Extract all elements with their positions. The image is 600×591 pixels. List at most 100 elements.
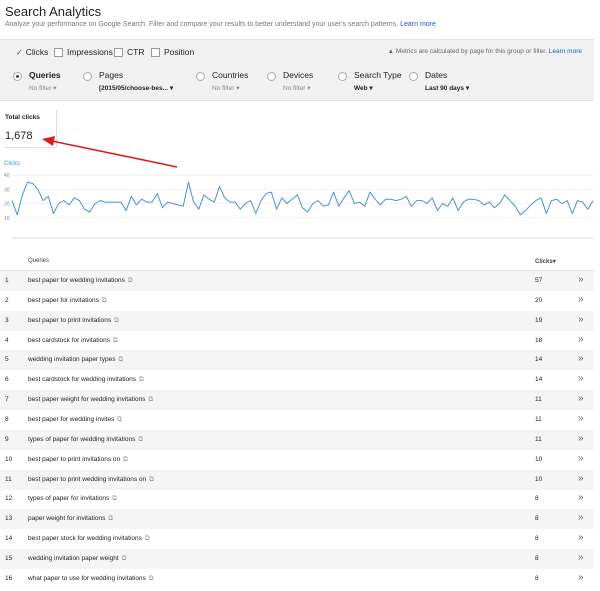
double-chevron-right-icon[interactable]: » xyxy=(578,314,584,325)
query-text[interactable]: what paper to use for wedding invitation… xyxy=(28,575,153,583)
double-chevron-right-icon[interactable]: » xyxy=(578,552,584,563)
ctr-checkbox[interactable]: CTR xyxy=(114,47,144,57)
filter-value[interactable]: [2015/05/choose-bes... ▾ xyxy=(99,84,173,92)
filter-name: Dates xyxy=(425,70,448,80)
double-chevron-right-icon[interactable]: » xyxy=(578,373,584,384)
external-link-icon[interactable]: ⧉ xyxy=(128,277,133,284)
query-label: what paper to use for wedding invitation… xyxy=(28,574,146,582)
table-row[interactable]: 15 wedding invitation paper weight ⧉ 8 » xyxy=(0,548,594,569)
double-chevron-right-icon[interactable]: » xyxy=(578,492,584,503)
table-row[interactable]: 6 best cardstock for wedding invitations ⧉… xyxy=(0,370,594,390)
impressions-label: Impressions xyxy=(67,47,113,57)
query-text[interactable]: wedding invitation paper weight ⧉ xyxy=(28,555,126,563)
external-link-icon[interactable]: ⧉ xyxy=(122,555,127,562)
learn-more-link[interactable]: Learn more xyxy=(400,21,436,28)
query-text[interactable]: paper weight for invitations ⧉ xyxy=(28,515,113,523)
table-row[interactable]: 16 what paper to use for wedding invitati… xyxy=(0,569,594,589)
clicks-value: 8 xyxy=(535,515,539,523)
double-chevron-right-icon[interactable]: » xyxy=(578,353,584,364)
double-chevron-right-icon[interactable]: » xyxy=(578,433,584,444)
query-text[interactable]: best paper for wedding invitations ⧉ xyxy=(28,277,133,285)
clicks-checkbox[interactable]: ✓ Clicks xyxy=(16,47,48,57)
table-row[interactable]: 12 types of paper for invitations ⧉ 8 » xyxy=(0,489,594,509)
position-checkbox[interactable]: Position xyxy=(151,47,194,57)
total-clicks-value: 1,678 xyxy=(5,130,33,142)
y-tick-label: 20 xyxy=(4,202,10,208)
filter-name: Devices xyxy=(283,70,314,80)
double-chevron-right-icon[interactable]: » xyxy=(578,334,584,345)
table-row[interactable]: 13 paper weight for invitations ⧉ 8 » xyxy=(0,509,594,530)
external-link-icon[interactable]: ⧉ xyxy=(149,476,154,483)
query-text[interactable]: best paper to print wedding invitations … xyxy=(28,476,154,484)
query-text[interactable]: best cardstock for invitations ⧉ xyxy=(28,337,118,345)
external-link-icon[interactable]: ⧉ xyxy=(108,515,113,522)
table-row[interactable]: 8 best paper for wedding invites ⧉ 11 » xyxy=(0,410,594,430)
double-chevron-right-icon[interactable]: » xyxy=(578,294,584,305)
query-label: types of paper for invitations xyxy=(28,495,110,503)
query-text[interactable]: best paper for invitations ⧉ xyxy=(28,297,106,305)
table-row[interactable]: 4 best cardstock for invitations ⧉ 18 » xyxy=(0,331,594,351)
double-chevron-right-icon[interactable]: » xyxy=(578,393,584,404)
checkbox-icon xyxy=(54,47,63,57)
table-row[interactable]: 3 best paper to print invitations ⧉ 19 » xyxy=(0,310,594,331)
clicks-column-header[interactable]: Clicks▾ xyxy=(535,258,556,265)
filter-value[interactable]: Web ▾ xyxy=(354,84,373,92)
filter-value[interactable]: No filter ▾ xyxy=(283,84,310,92)
clicks-series-line[interactable] xyxy=(11,181,594,216)
metrics-learn-more-link[interactable]: Learn more xyxy=(549,48,582,55)
external-link-icon[interactable]: ⧉ xyxy=(102,297,107,304)
external-link-icon[interactable]: ⧉ xyxy=(113,337,118,344)
external-link-icon[interactable]: ⧉ xyxy=(117,416,122,423)
table-row[interactable]: 5 wedding invitation paper types ⧉ 14 » xyxy=(0,350,594,371)
double-chevron-right-icon[interactable]: » xyxy=(578,274,584,285)
row-number: 13 xyxy=(5,515,13,523)
table-row[interactable]: 7 best paper weight for wedding invitatio… xyxy=(0,390,594,411)
double-chevron-right-icon[interactable]: » xyxy=(578,413,584,424)
table-row[interactable]: 10 best paper to print invitations on ⧉ 10 » xyxy=(0,450,594,470)
table-row[interactable]: 14 best paper stock for wedding invitatio… xyxy=(0,529,594,549)
query-text[interactable]: types of paper for wedding invitations ⧉ xyxy=(28,436,143,444)
filter-value[interactable]: No filter ▾ xyxy=(212,84,239,92)
query-text[interactable]: best paper for wedding invites ⧉ xyxy=(28,416,122,424)
warning-icon: ▲ xyxy=(387,48,395,55)
external-link-icon[interactable]: ⧉ xyxy=(139,376,144,383)
double-chevron-right-icon[interactable]: » xyxy=(578,572,584,583)
double-chevron-right-icon[interactable]: » xyxy=(578,532,584,543)
impressions-checkbox[interactable]: Impressions xyxy=(54,47,113,57)
query-text[interactable]: best paper to print invitations on ⧉ xyxy=(28,456,128,464)
query-label: best paper stock for wedding invitations xyxy=(28,535,142,543)
radio-icon xyxy=(338,72,347,81)
table-row[interactable]: 11 best paper to print wedding invitation… xyxy=(0,469,594,490)
clicks-value: 11 xyxy=(535,435,542,443)
query-text[interactable]: wedding invitation paper types ⧉ xyxy=(28,356,123,364)
checkmark-icon: ✓ xyxy=(16,47,23,57)
external-link-icon[interactable]: ⧉ xyxy=(138,436,143,443)
query-label: best paper to print invitations on xyxy=(28,455,121,463)
external-link-icon[interactable]: ⧉ xyxy=(148,396,153,403)
double-chevron-right-icon[interactable]: » xyxy=(578,473,584,484)
sort-desc-icon: ▾ xyxy=(552,259,556,265)
external-link-icon[interactable]: ⧉ xyxy=(123,456,128,463)
table-row[interactable]: 2 best paper for invitations ⧉ 20 » xyxy=(0,291,594,311)
query-text[interactable]: best cardstock for wedding invitations ⧉ xyxy=(28,376,144,384)
query-text[interactable]: best paper to print invitations ⧉ xyxy=(28,317,119,325)
table-row[interactable]: 9 types of paper for wedding invitations ⧉… xyxy=(0,429,594,450)
query-text[interactable]: best paper weight for wedding invitation… xyxy=(28,396,153,404)
external-link-icon[interactable]: ⧉ xyxy=(118,356,123,363)
external-link-icon[interactable]: ⧉ xyxy=(149,575,154,582)
filter-value[interactable]: Last 90 days ▾ xyxy=(425,84,469,92)
query-text[interactable]: types of paper for invitations ⧉ xyxy=(28,495,117,503)
double-chevron-right-icon[interactable]: » xyxy=(578,453,584,464)
row-number: 14 xyxy=(5,535,13,543)
external-link-icon[interactable]: ⧉ xyxy=(112,495,117,502)
query-text[interactable]: best paper stock for wedding invitations… xyxy=(28,535,149,543)
table-row[interactable]: 1 best paper for wedding invitations ⧉ 57 » xyxy=(0,271,594,291)
external-link-icon[interactable]: ⧉ xyxy=(114,317,119,324)
double-chevron-right-icon[interactable]: » xyxy=(578,512,584,523)
row-number: 7 xyxy=(5,396,9,404)
filter-value[interactable]: No filter ▾ xyxy=(29,84,56,92)
external-link-icon[interactable]: ⧉ xyxy=(145,535,150,542)
queries-column-header[interactable]: Queries xyxy=(28,258,49,264)
query-label: best cardstock for invitations xyxy=(28,336,111,344)
clicks-value: 18 xyxy=(535,336,543,344)
